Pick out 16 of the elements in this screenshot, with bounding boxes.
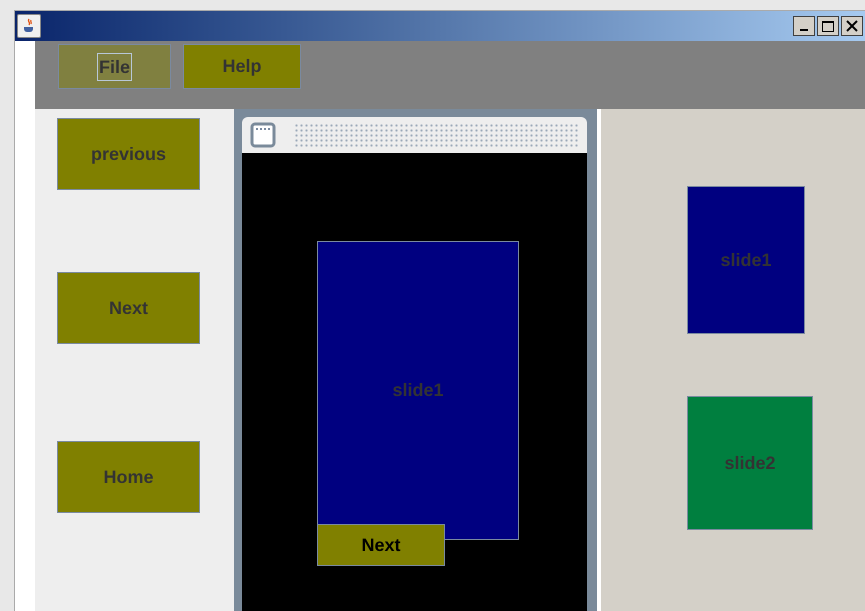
nav-button[interactable]: Home (57, 441, 200, 513)
nav-button[interactable]: Next (57, 272, 200, 344)
cup-icon (17, 14, 41, 38)
slide: slide1 (317, 241, 519, 540)
close-icon (846, 20, 858, 32)
nav-button[interactable]: previous (57, 118, 200, 190)
minimize-button[interactable] (793, 16, 815, 36)
frame-icon (250, 122, 276, 148)
next-button[interactable]: Next (317, 524, 445, 566)
close-button[interactable] (841, 16, 863, 36)
menu-button[interactable]: Help (183, 44, 301, 89)
maximize-icon (822, 20, 834, 32)
slide-thumbnail[interactable]: slide2 (687, 396, 813, 530)
maximize-button[interactable] (817, 16, 839, 36)
menu-button[interactable]: File (58, 44, 171, 89)
minimize-icon (800, 29, 808, 31)
